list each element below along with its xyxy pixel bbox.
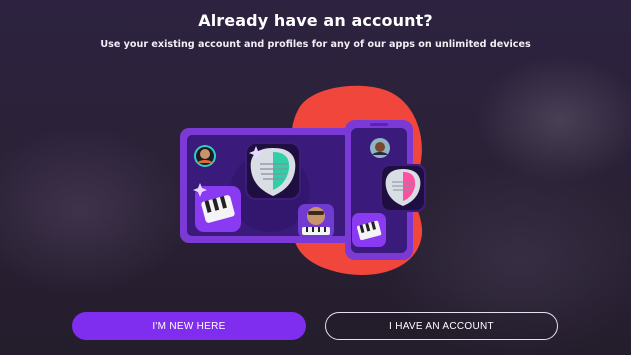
piano-app-icon (193, 183, 241, 232)
new-here-button[interactable]: I'M NEW HERE (72, 312, 306, 340)
have-account-button[interactable]: I HAVE AN ACCOUNT (325, 312, 558, 340)
music-character-icon (298, 204, 334, 238)
avatar-icon (194, 145, 216, 167)
page-subtitle: Use your existing account and profiles f… (100, 39, 531, 50)
page-title: Already have an account? (198, 11, 433, 30)
avatar-icon (370, 138, 390, 158)
guitar-app-icon (380, 164, 426, 212)
piano-app-icon (352, 213, 386, 247)
guitar-app-icon (245, 142, 301, 200)
devices-illustration (180, 85, 426, 275)
